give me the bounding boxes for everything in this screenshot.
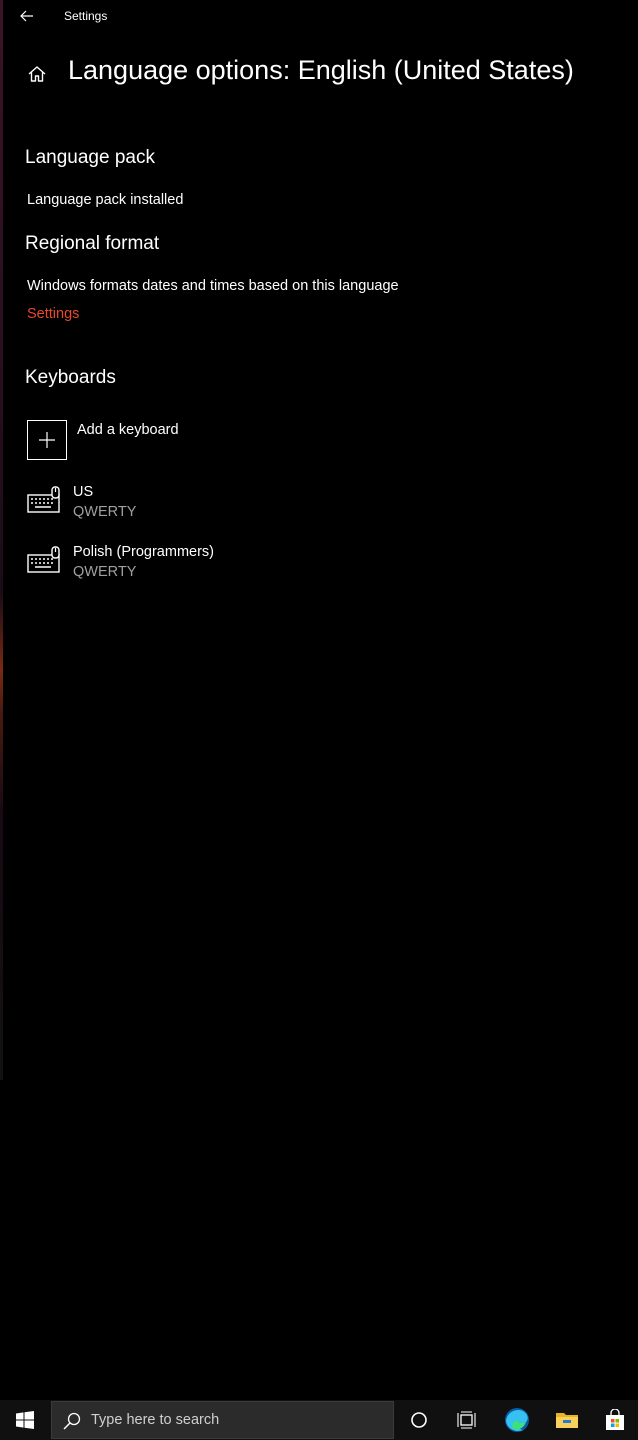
keyboard-layout: QWERTY (73, 564, 137, 580)
add-keyboard-tile (27, 420, 67, 460)
cortana-circle-icon (411, 1412, 427, 1428)
regional-format-settings-link[interactable]: Settings (27, 306, 79, 322)
keyboards-heading: Keyboards (25, 367, 116, 388)
add-keyboard-button[interactable]: Add a keyboard (27, 420, 287, 460)
regional-format-heading: Regional format (25, 233, 160, 254)
start-button[interactable] (0, 1400, 50, 1440)
edge-button[interactable] (493, 1400, 541, 1440)
regional-format-description: Windows formats dates and times based on… (27, 278, 399, 294)
keyboard-name: US (73, 484, 94, 500)
keyboard-item-us[interactable]: US QWERTY (27, 482, 327, 526)
keyboard-item-polish-programmers[interactable]: Polish (Programmers) QWERTY (27, 542, 327, 586)
search-icon (63, 1412, 81, 1430)
search-placeholder: Type here to search (91, 1412, 220, 1428)
cortana-button[interactable] (395, 1400, 443, 1440)
settings-window: Settings Language options: English (Unit… (3, 0, 638, 1400)
keyboard-name: Polish (Programmers) (73, 544, 214, 560)
home-icon (28, 66, 46, 82)
add-keyboard-label: Add a keyboard (77, 422, 179, 438)
language-pack-heading: Language pack (25, 147, 155, 168)
edge-icon (505, 1408, 529, 1432)
home-button[interactable] (25, 62, 49, 86)
app-title: Settings (64, 9, 108, 23)
taskbar-search-box[interactable]: Type here to search (51, 1401, 394, 1439)
page-title: Language options: English (United States… (68, 55, 574, 85)
title-bar: Settings (3, 0, 638, 32)
page-header: Language options: English (United States… (3, 52, 638, 96)
back-arrow-icon (20, 10, 33, 22)
task-view-button[interactable] (443, 1400, 491, 1440)
file-explorer-button[interactable] (543, 1400, 591, 1440)
taskbar: Type here to search (0, 1400, 638, 1440)
windows-logo-icon (16, 1411, 34, 1429)
store-icon (606, 1409, 624, 1430)
store-button[interactable] (591, 1400, 638, 1440)
language-pack-status: Language pack installed (27, 192, 184, 208)
keyboard-icon (27, 546, 60, 573)
screen: Settings Language options: English (Unit… (0, 0, 638, 1440)
plus-icon (39, 432, 55, 448)
file-explorer-icon (556, 1413, 578, 1428)
keyboard-icon (27, 486, 60, 513)
back-button[interactable] (15, 4, 39, 28)
task-view-icon (457, 1411, 476, 1429)
keyboard-layout: QWERTY (73, 504, 137, 520)
